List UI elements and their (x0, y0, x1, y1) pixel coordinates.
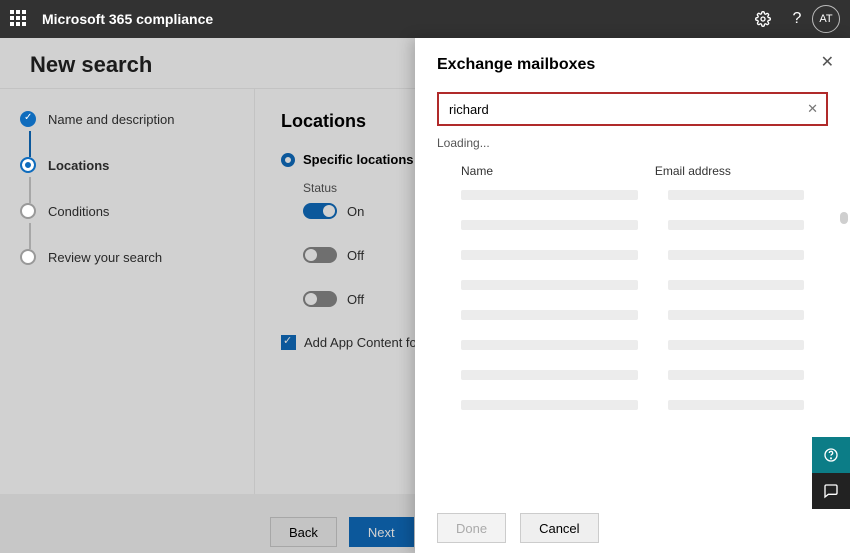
loading-text: Loading... (437, 136, 828, 150)
search-input[interactable] (449, 102, 796, 117)
cancel-button[interactable]: Cancel (520, 513, 598, 543)
skeleton-row (437, 340, 828, 350)
search-input-wrapper: ✕ (437, 92, 828, 126)
flyout-title: Exchange mailboxes (437, 56, 828, 74)
top-bar: Microsoft 365 compliance ? AT (0, 0, 850, 38)
scrollbar-thumb[interactable] (840, 212, 848, 224)
skeleton-row (437, 220, 828, 230)
skeleton-row (437, 370, 828, 380)
col-email: Email address (655, 164, 804, 178)
flyout-footer: Done Cancel (437, 513, 599, 543)
help-panel-button[interactable] (812, 437, 850, 473)
app-title: Microsoft 365 compliance (42, 11, 744, 27)
flyout-exchange-mailboxes: ✕ Exchange mailboxes ✕ Loading... Name E… (415, 38, 850, 553)
feedback-button[interactable] (812, 473, 850, 509)
app-launcher-icon[interactable] (10, 10, 28, 28)
help-bar (812, 437, 850, 509)
column-headers: Name Email address (437, 164, 828, 178)
skeleton-row (437, 400, 828, 410)
clear-icon[interactable]: ✕ (807, 101, 818, 117)
done-button[interactable]: Done (437, 513, 506, 543)
settings-icon[interactable] (748, 4, 778, 34)
skeleton-row (437, 280, 828, 290)
col-name: Name (461, 164, 655, 178)
close-icon[interactable]: ✕ (821, 52, 834, 72)
check-icon (20, 111, 36, 127)
skeleton-row (437, 190, 828, 200)
skeleton-row (437, 250, 828, 260)
dot-icon (20, 157, 36, 173)
dot-icon (20, 249, 36, 265)
skeleton-row (437, 310, 828, 320)
help-icon[interactable]: ? (782, 4, 812, 34)
dot-icon (20, 203, 36, 219)
avatar[interactable]: AT (812, 5, 840, 33)
